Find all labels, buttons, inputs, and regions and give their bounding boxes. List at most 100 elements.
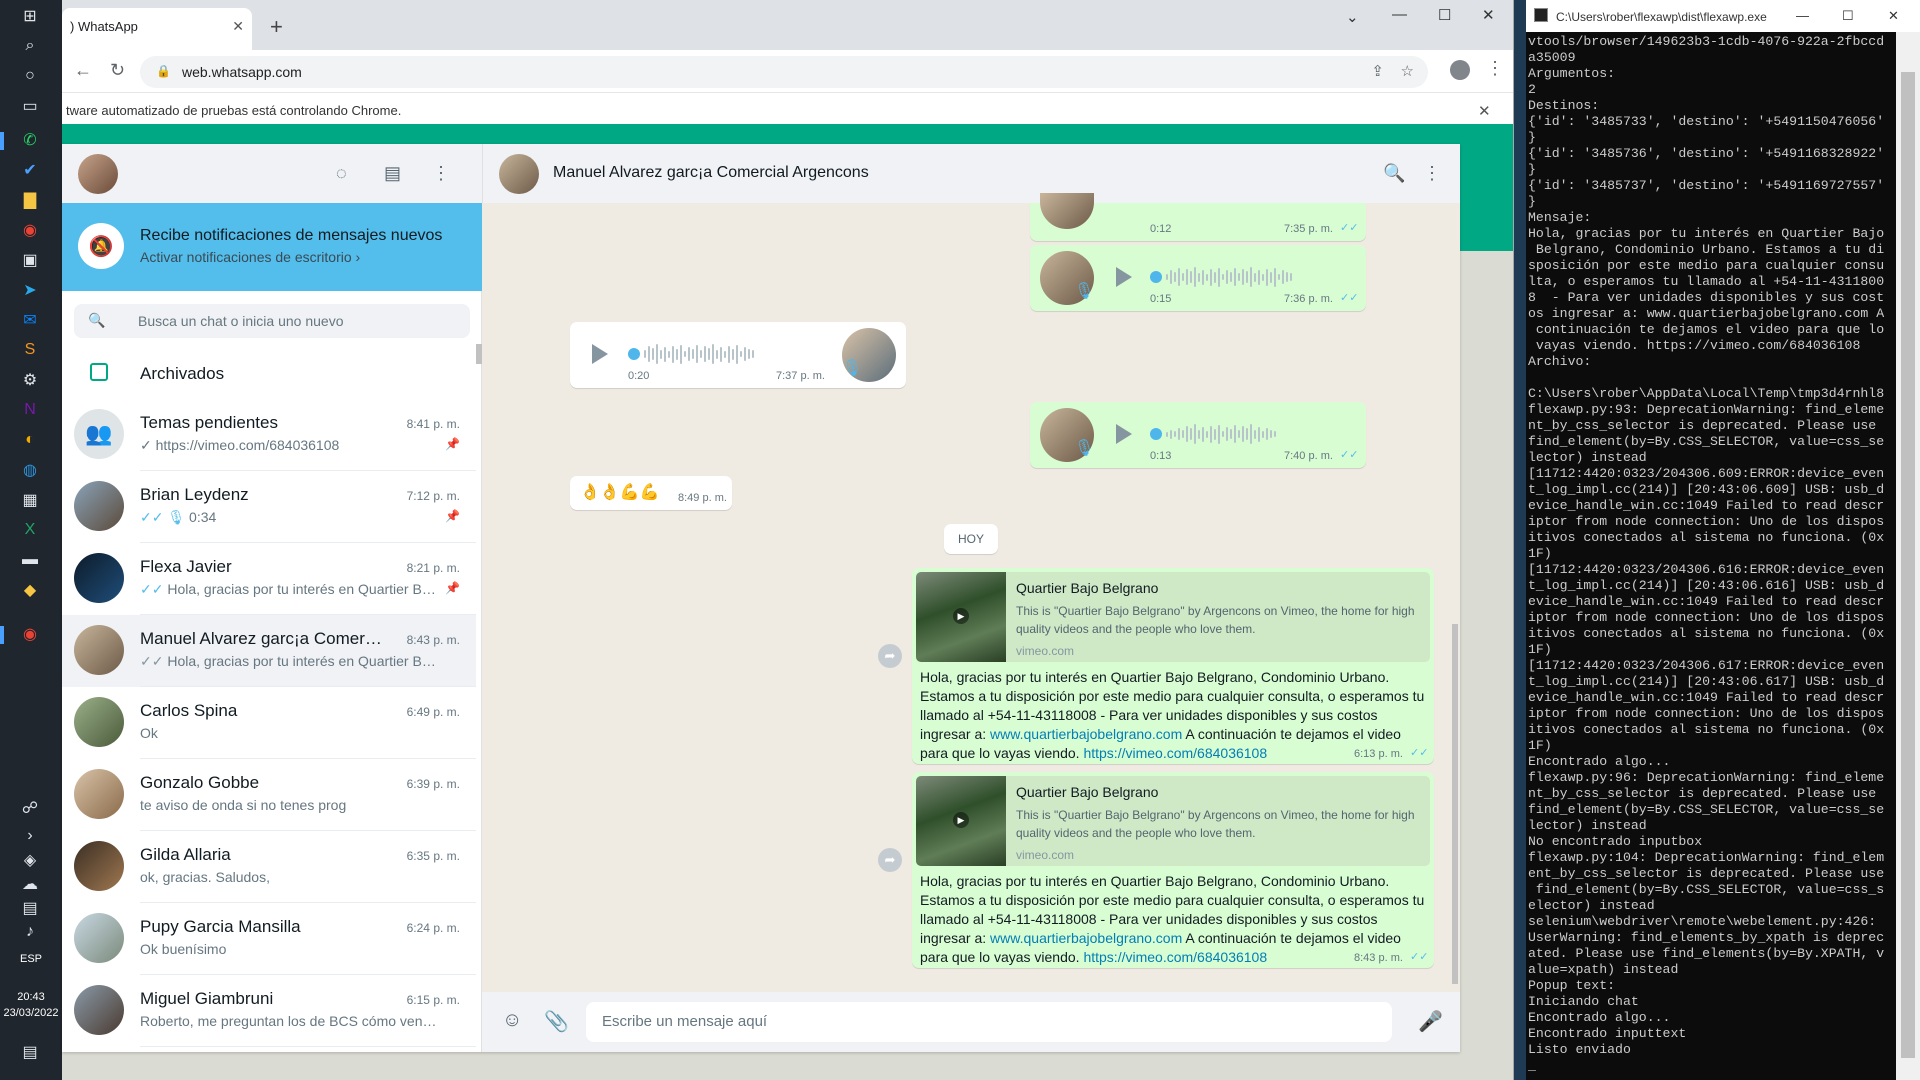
close-tab-icon[interactable]: ✕ [232, 18, 244, 35]
seek-handle[interactable] [1150, 271, 1162, 283]
maximize-icon[interactable]: ☐ [1438, 6, 1451, 24]
emoji-icon[interactable]: ☺ [502, 1009, 522, 1032]
chat-item[interactable]: Gonzalo Gobbe 6:39 p. m. te aviso de ond… [62, 759, 476, 831]
sublime-icon[interactable]: S [18, 338, 42, 362]
app-icon[interactable]: ⚙ [18, 368, 42, 392]
play-icon[interactable] [592, 344, 608, 364]
onedrive-icon[interactable]: ☁ [18, 872, 42, 896]
tab-search-icon[interactable]: ⌄ [1346, 8, 1359, 26]
whatsapp-icon[interactable]: ✆ [18, 128, 42, 152]
voice-message-incoming[interactable]: 0:20 7:37 p. m. 🎙 [570, 322, 906, 388]
file-explorer-icon[interactable]: ▇ [18, 188, 42, 212]
notification-center-icon[interactable]: ▤ [18, 1040, 42, 1064]
microphone-icon[interactable]: 🎤 [1418, 1009, 1443, 1034]
chat-item-selected[interactable]: Manuel Alvarez garc¡a Comercia... 8:43 p… [62, 615, 476, 687]
chat-item[interactable]: Flexa Javier 8:21 p. m. ✓✓ Hola, gracias… [62, 543, 476, 615]
close-window-icon[interactable]: ✕ [1482, 6, 1495, 24]
python-icon[interactable]: ◆ [18, 578, 42, 602]
seek-handle[interactable] [1150, 428, 1162, 440]
play-icon[interactable] [1116, 267, 1132, 287]
voice-message[interactable]: 🎙 0:13 7:40 p. m. ✓✓ [1030, 402, 1366, 468]
back-icon[interactable]: ← [74, 60, 92, 81]
profile-icon[interactable] [1450, 60, 1470, 80]
mail-icon[interactable]: ✉ [18, 308, 42, 332]
search-icon[interactable]: 🔍 [1383, 163, 1405, 184]
language-indicator[interactable]: ESP [0, 953, 62, 965]
reload-icon[interactable]: ↻ [110, 60, 125, 81]
seek-handle[interactable] [628, 348, 640, 360]
attach-icon[interactable]: 📎 [544, 1009, 569, 1034]
forward-icon[interactable]: ➦ [878, 848, 902, 872]
link-message[interactable]: ▶ Quartier Bajo Belgrano This is "Quarti… [912, 772, 1434, 968]
waveform[interactable] [1166, 266, 1346, 288]
voice-message[interactable]: 🎙 0:15 7:36 p. m. ✓✓ [1030, 245, 1366, 311]
app-icon-2[interactable]: ◐ [18, 428, 42, 452]
people-icon[interactable]: ☍ [18, 796, 42, 820]
windows-start-icon[interactable]: ⊞ [18, 4, 42, 28]
play-icon[interactable] [1116, 424, 1132, 444]
my-avatar[interactable] [78, 154, 118, 194]
chat-item[interactable]: Brian Leydenz 7:12 p. m. ✓✓ 🎙 0:34 📌 [62, 471, 476, 543]
infobar-close-icon[interactable]: ✕ [1478, 102, 1491, 120]
menu-icon[interactable]: ⋮ [1423, 163, 1441, 184]
excel-icon[interactable]: X [18, 518, 42, 542]
bookmark-star-icon[interactable]: ☆ [1401, 62, 1414, 80]
conversation-scrollbar[interactable] [1452, 624, 1458, 984]
notification-banner[interactable]: 🔕 Recibe notificaciones de mensajes nuev… [62, 203, 482, 291]
share-icon[interactable]: ⇪ [1371, 62, 1384, 80]
waveform[interactable] [1166, 423, 1346, 445]
tray-icons[interactable]: ◈ [18, 848, 42, 872]
menu-kebab-icon[interactable]: ⋮ [1486, 58, 1504, 79]
message-input[interactable]: Escribe un mensaje aquí [586, 1002, 1392, 1042]
remote-desktop-icon[interactable]: ▣ [18, 248, 42, 272]
voice-message[interactable]: 0:12 7:35 p. m. ✓✓ [1030, 193, 1366, 241]
emoji-message[interactable]: 👌👌💪💪 8:49 p. m. [570, 476, 732, 510]
link-preview[interactable]: ▶ Quartier Bajo Belgrano This is "Quarti… [916, 776, 1430, 866]
task-view-icon[interactable]: ▭ [18, 94, 42, 118]
scroll-thumb[interactable] [1901, 72, 1915, 1058]
site-link[interactable]: www.quartierbajobelgrano.com [990, 726, 1182, 742]
terminal-icon[interactable]: ▬ [18, 548, 42, 572]
link-message[interactable]: ▶ Quartier Bajo Belgrano This is "Quarti… [912, 568, 1434, 764]
chat-item[interactable]: 👥 Temas pendientes 8:41 p. m. ✓ https://… [62, 399, 476, 471]
minimize-icon[interactable]: — [1392, 6, 1407, 23]
forward-icon[interactable]: ➦ [878, 644, 902, 668]
todo-icon[interactable]: ✔ [18, 158, 42, 182]
minimize-icon[interactable]: — [1796, 8, 1809, 23]
chat-item[interactable]: Pupy Garcia Mansilla 6:24 p. m. Ok buení… [62, 903, 476, 975]
network-icon[interactable]: ▤ [18, 896, 42, 920]
chevron-up-icon[interactable]: › [18, 824, 42, 848]
chrome-active-icon[interactable]: ◉ [18, 622, 42, 646]
chrome-icon[interactable]: ◉ [18, 218, 42, 242]
console-output[interactable]: vtools/browser/149623b3-1cdb-4076-922a-2… [1528, 34, 1892, 1074]
maximize-icon[interactable]: ☐ [1842, 8, 1854, 24]
address-bar[interactable]: 🔒 web.whatsapp.com ⇪ ☆ [140, 56, 1428, 88]
app-icon-3[interactable]: ◍ [18, 458, 42, 482]
volume-icon[interactable]: ♪ [18, 920, 42, 944]
archived-row[interactable]: Archivados [62, 349, 482, 399]
video-thumbnail[interactable]: ▶ [916, 572, 1006, 662]
contact-avatar[interactable] [499, 154, 539, 194]
video-link[interactable]: https://vimeo.com/684036108 [1083, 949, 1267, 965]
search-box[interactable]: 🔍 Busca un chat o inicia uno nuevo [74, 304, 470, 338]
chat-item[interactable]: Gilda Allaria 6:35 p. m. ok, gracias. Sa… [62, 831, 476, 903]
telegram-icon[interactable]: ➤ [18, 278, 42, 302]
new-chat-icon[interactable]: ▤ [384, 163, 401, 184]
status-icon[interactable]: ◌ [336, 163, 347, 184]
chat-item[interactable]: Carlos Spina 6:49 p. m. Ok [62, 687, 476, 759]
site-link[interactable]: www.quartierbajobelgrano.com [990, 930, 1182, 946]
chat-item[interactable]: Miguel Giambruni 6:15 p. m. Roberto, me … [62, 975, 476, 1047]
waveform[interactable] [644, 343, 808, 365]
cortana-icon[interactable]: ○ [18, 64, 42, 88]
clock-time[interactable]: 20:43 [0, 991, 62, 1003]
menu-icon[interactable]: ⋮ [432, 163, 450, 184]
tab-whatsapp[interactable]: ) WhatsApp ✕ [62, 8, 252, 50]
enable-notifications-link[interactable]: Activar notificaciones de escritorio › [140, 249, 360, 265]
calculator-icon[interactable]: ▦ [18, 488, 42, 512]
search-icon[interactable]: ⌕ [18, 34, 42, 58]
onenote-icon[interactable]: N [18, 398, 42, 422]
console-scrollbar[interactable] [1896, 32, 1920, 1080]
link-preview[interactable]: ▶ Quartier Bajo Belgrano This is "Quarti… [916, 572, 1430, 662]
clock-date[interactable]: 23/03/2022 [0, 1007, 62, 1019]
close-icon[interactable]: ✕ [1888, 8, 1899, 24]
